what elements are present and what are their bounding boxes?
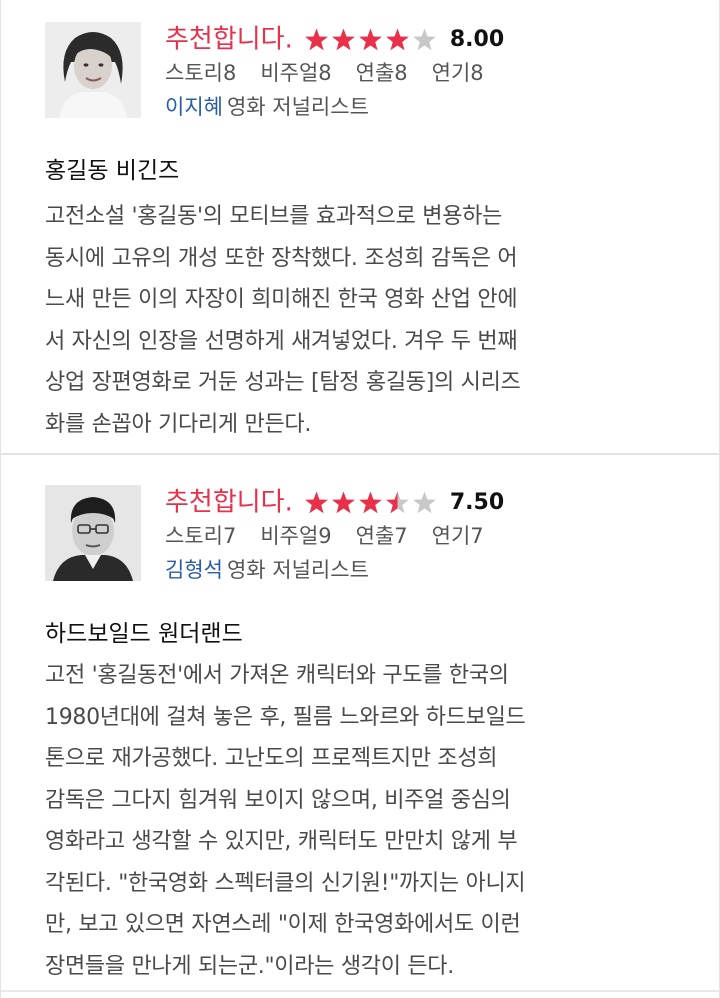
reviewer-name-link[interactable]: 이지혜 (165, 95, 223, 119)
star-icon (358, 28, 382, 50)
star-icon (331, 491, 355, 513)
review-body-line: 감독은 그다지 힘겨워 보이지 않으며, 비주얼 중심의 (45, 787, 511, 813)
movie-title: 하드보일드 원더랜드 (45, 621, 243, 647)
review-body-line: 동시에 고유의 개성 또한 장착했다. 조성희 감독은 어 (45, 245, 518, 271)
review-body: 고전 '홍길동전'에서 가져온 캐릭터와 구도를 한국의 1980년대에 걸쳐 … (45, 655, 685, 987)
review-body-line: 느새 만든 이의 자장이 희미해진 한국 영화 산업 안에 (45, 287, 518, 312)
star-rating (303, 491, 438, 515)
star-icon (304, 28, 328, 50)
sub-score-visual: 비주얼8 (260, 61, 332, 85)
sub-score-story: 스토리8 (165, 61, 237, 85)
review-body-line: 고전 '홍길동전'에서 가져온 캐릭터와 구도를 한국의 (45, 663, 509, 688)
reviewer-avatar[interactable] (45, 485, 141, 581)
star-rating-graphic (304, 491, 436, 513)
reviewer-role: 영화 저널리스트 (226, 558, 369, 582)
sub-score-acting: 연기8 (431, 61, 484, 85)
rating-line: 추천합니다. 7.50 (165, 485, 685, 519)
sub-scores: 스토리7 비주얼9 연출7 연기7 (165, 519, 685, 553)
review-body-line: 1980년대에 걸쳐 놓은 후, 필름 느와르와 하드보일드 (45, 704, 526, 730)
verdict-label: 추천합니다. (165, 24, 293, 55)
review-meta: 추천합니다. 8.00 스토리8 비주얼8 연출8 연기8 이지혜 영화 저널리스트 (165, 22, 685, 124)
review-body-line: 영화라고 생각할 수 있지만, 캐릭터도 만만치 않게 부 (45, 829, 518, 854)
star-icon (331, 28, 355, 50)
star-icon (358, 491, 382, 513)
review-meta: 추천합니다. 7.50 스토리7 비주얼9 연출7 연기7 김형석 영화 저널리스트 (165, 485, 685, 587)
sub-score-direction: 연출7 (355, 524, 408, 548)
review-body-line: 고전소설 '홍길동'의 모티브를 효과적으로 변용하는 (45, 204, 503, 229)
sub-scores: 스토리8 비주얼8 연출8 연기8 (165, 56, 685, 90)
reviewer-name-link[interactable]: 김형석 (165, 558, 223, 582)
sub-score-visual: 비주얼9 (260, 524, 332, 548)
review-body-line: 만, 보고 있으면 자연스레 "이제 한국영화에서도 이런 (45, 912, 521, 937)
sub-score-story: 스토리7 (165, 524, 237, 548)
review-body-line: 서 자신의 인장을 선명하게 새겨넣었다. 겨우 두 번째 (45, 328, 518, 354)
sub-score-direction: 연출8 (355, 61, 408, 85)
review-body-line: 톤으로 재가공했다. 고난도의 프로젝트지만 조성희 (45, 746, 498, 771)
reviewer-avatar[interactable] (45, 22, 141, 118)
review-body-line: 각된다. "한국영화 스펙터클의 신기원!"까지는 아니지 (45, 870, 526, 896)
star-rating (303, 28, 438, 52)
reviewer-line: 김형석 영화 저널리스트 (165, 553, 685, 587)
score-value: 7.50 (449, 489, 505, 515)
rating-line: 추천합니다. 8.00 (165, 22, 685, 56)
review-header: 추천합니다. 7.50 스토리7 비주얼9 연출7 연기7 김형석 영화 저널리스트 (45, 485, 685, 595)
reviewer-role: 영화 저널리스트 (226, 95, 369, 119)
star-rating-graphic (304, 28, 436, 50)
star-icon (412, 491, 436, 513)
score-value: 8.00 (449, 26, 505, 52)
review-header: 추천합니다. 8.00 스토리8 비주얼8 연출8 연기8 이지혜 영화 저널리스트 (45, 22, 685, 132)
review-body-line: 장면들을 만나게 되는군."이라는 생각이 든다. (45, 953, 454, 979)
review-divider (1, 990, 720, 992)
sub-score-acting: 연기7 (431, 524, 484, 548)
review-body-line: 상업 장편영화로 거둔 성과는 [탐정 홍길동]의 시리즈 (45, 370, 521, 395)
star-icon (385, 28, 409, 50)
review-body-line: 화를 손꼽아 기다리게 만든다. (45, 411, 312, 437)
star-icon (412, 28, 436, 50)
verdict-label: 추천합니다. (165, 487, 293, 518)
review-divider (1, 453, 720, 455)
star-icon (304, 491, 328, 513)
review-body: 고전소설 '홍길동'의 모티브를 효과적으로 변용하는 동시에 고유의 개성 또… (45, 196, 685, 445)
movie-title: 홍길동 비긴즈 (45, 158, 180, 184)
star-icon (385, 491, 409, 513)
review-list: 추천합니다. 8.00 스토리8 비주얼8 연출8 연기8 이지혜 영화 저널리스트 홍길… (0, 0, 720, 998)
reviewer-line: 이지혜 영화 저널리스트 (165, 90, 685, 124)
